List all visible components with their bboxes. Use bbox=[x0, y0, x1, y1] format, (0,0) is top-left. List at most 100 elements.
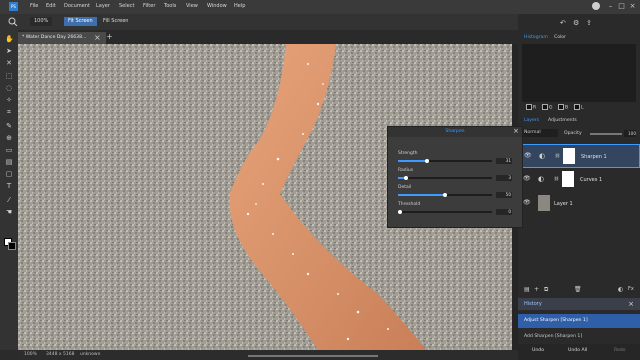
menu-bar: PS File Edit Document Layer Select Filte… bbox=[0, 0, 640, 14]
share-icon[interactable]: ⇪ bbox=[586, 19, 592, 27]
close-window-button[interactable]: × bbox=[628, 2, 637, 11]
menu-layer[interactable]: Layer bbox=[96, 3, 110, 9]
tab-layers[interactable]: Layers bbox=[524, 118, 539, 123]
slider-knob[interactable] bbox=[425, 159, 430, 163]
layer-image-thumbnail bbox=[538, 195, 550, 211]
channel-g-checkbox[interactable]: G bbox=[542, 104, 553, 111]
new-tab-icon[interactable]: + bbox=[106, 32, 113, 41]
menu-edit[interactable]: Edit bbox=[46, 3, 56, 9]
history-item-add-sharpen[interactable]: Add Sharpen [Sharpen 1] bbox=[518, 330, 640, 344]
channel-l-checkbox[interactable]: L bbox=[574, 104, 584, 111]
new-layer-icon[interactable]: ▤ bbox=[524, 286, 530, 293]
eraser-icon[interactable]: ▭ bbox=[5, 146, 13, 154]
layer-row-layer1[interactable]: 👁 Layer 1 bbox=[518, 192, 640, 216]
visibility-eye-icon[interactable]: 👁 bbox=[524, 152, 532, 159]
account-icon[interactable] bbox=[592, 2, 600, 10]
slider-knob[interactable] bbox=[403, 176, 408, 180]
slider-knob[interactable] bbox=[443, 193, 447, 197]
history-close-icon[interactable]: × bbox=[628, 298, 634, 310]
channel-b-checkbox[interactable]: B bbox=[558, 104, 568, 111]
strength-slider-fill bbox=[398, 159, 430, 163]
settings-gear-icon[interactable]: ⚙ bbox=[573, 19, 579, 27]
histogram-display bbox=[522, 44, 636, 102]
crop-icon[interactable]: ⌗ bbox=[5, 108, 13, 116]
background-color-swatch[interactable] bbox=[8, 242, 16, 250]
status-zoom: 100% bbox=[24, 352, 37, 357]
history-panel-title: History × bbox=[518, 298, 640, 310]
strength-slider[interactable] bbox=[398, 159, 492, 163]
horizontal-scrollbar[interactable] bbox=[248, 355, 378, 357]
menu-filter[interactable]: Filter bbox=[143, 3, 155, 9]
menu-help[interactable]: Help bbox=[234, 3, 245, 9]
status-bar: 100% 3448 x 5168 unknown bbox=[18, 350, 518, 360]
menu-file[interactable]: File bbox=[30, 3, 38, 9]
dialog-close-icon[interactable]: × bbox=[513, 127, 519, 135]
threshold-value[interactable]: 0 bbox=[496, 209, 512, 215]
strength-value[interactable]: 31 bbox=[496, 158, 512, 164]
document-tab-bar: * Water Dance Day 26638... × + bbox=[18, 30, 518, 44]
layer-row-curves[interactable]: 👁 ◐ ⛓ Curves 1 bbox=[518, 168, 640, 192]
duplicate-layer-icon[interactable]: ⧉ bbox=[544, 286, 548, 294]
visibility-eye-icon[interactable]: 👁 bbox=[523, 175, 531, 182]
zoom-icon bbox=[8, 17, 18, 27]
selection-arrow-icon[interactable]: ➤ bbox=[5, 47, 13, 55]
radius-slider[interactable] bbox=[398, 176, 492, 180]
menu-view[interactable]: View bbox=[186, 3, 198, 9]
redo-button[interactable]: Redo bbox=[614, 348, 626, 353]
fill-screen-button[interactable]: Fill Screen bbox=[99, 17, 132, 26]
document-tab[interactable]: * Water Dance Day 26638... bbox=[18, 32, 106, 44]
shape-icon[interactable]: ▢ bbox=[5, 170, 13, 178]
layer-row-sharpen[interactable]: 👁 ◐ ⛓ Sharpen 1 bbox=[518, 144, 640, 168]
adjustment-icon[interactable]: ◐ bbox=[618, 286, 623, 293]
undo-button[interactable]: Undo bbox=[532, 348, 544, 353]
zoom-level-button[interactable]: 100% bbox=[30, 17, 53, 26]
marquee-icon[interactable]: ⬚ bbox=[5, 72, 13, 80]
minimize-button[interactable]: – bbox=[606, 2, 615, 11]
menu-select[interactable]: Select bbox=[119, 3, 134, 9]
channel-r-checkbox[interactable]: R bbox=[526, 104, 536, 111]
slider-knob[interactable] bbox=[397, 210, 402, 214]
threshold-label: Threshold bbox=[398, 202, 421, 207]
blend-mode-select[interactable]: Normal bbox=[522, 129, 558, 137]
tab-histogram[interactable]: Histogram bbox=[524, 35, 548, 40]
lasso-icon[interactable]: ◌ bbox=[5, 84, 13, 92]
delete-layer-icon[interactable]: 🗑 bbox=[574, 286, 582, 293]
sharpen-dialog: Sharpen × Strength 31 Radius 3 Detail 50… bbox=[387, 126, 523, 228]
gradient-icon[interactable]: ▤ bbox=[5, 158, 13, 166]
stamp-icon[interactable]: ⊕ bbox=[5, 134, 13, 142]
add-layer-icon[interactable]: + bbox=[534, 286, 539, 293]
menu-tools[interactable]: Tools bbox=[164, 3, 176, 9]
history-item-adjust-sharpen[interactable]: Adjust Sharpen [Sharpen 1] bbox=[518, 314, 640, 328]
magic-wand-icon[interactable]: ✧ bbox=[5, 96, 13, 104]
threshold-slider[interactable] bbox=[397, 210, 492, 214]
tab-adjustments[interactable]: Adjustments bbox=[548, 118, 577, 123]
visibility-eye-icon[interactable]: 👁 bbox=[523, 199, 531, 206]
fit-screen-button[interactable]: Fit Screen bbox=[64, 17, 97, 26]
undo-all-button[interactable]: Undo All bbox=[568, 348, 587, 353]
history-item-label: Adjust Sharpen [Sharpen 1] bbox=[524, 318, 588, 323]
detail-slider[interactable] bbox=[398, 193, 492, 197]
status-dimensions: 3448 x 5168 bbox=[46, 352, 75, 357]
menu-window[interactable]: Window bbox=[207, 3, 227, 9]
eyedropper-icon[interactable]: ⁄ bbox=[5, 196, 13, 204]
opacity-slider[interactable] bbox=[590, 133, 622, 135]
opacity-value[interactable]: 100 bbox=[624, 130, 636, 137]
maximize-button[interactable]: □ bbox=[617, 2, 626, 11]
menu-document[interactable]: Document bbox=[64, 3, 90, 9]
detail-value[interactable]: 50 bbox=[496, 192, 512, 198]
radius-slider-fill bbox=[398, 176, 408, 180]
undo-arrow-icon[interactable]: ↶ bbox=[560, 19, 566, 27]
hand-icon[interactable]: ☚ bbox=[5, 208, 13, 216]
effects-icon[interactable]: Fx bbox=[628, 286, 634, 292]
transform-icon[interactable]: ✕ bbox=[5, 59, 13, 67]
brush-icon[interactable]: ✎ bbox=[5, 122, 13, 130]
text-icon[interactable]: T bbox=[5, 182, 13, 190]
undo-bar: Undo Undo All Redo bbox=[518, 344, 640, 360]
detail-label: Detail bbox=[398, 185, 412, 190]
tools-panel: ✋ ➤ ✕ ⬚ ◌ ✧ ⌗ ✎ ⊕ ▭ ▤ ▢ T ⁄ ☚ bbox=[0, 30, 18, 350]
close-tab-icon[interactable]: × bbox=[94, 33, 101, 42]
radius-value[interactable]: 3 bbox=[496, 175, 512, 181]
tab-color[interactable]: Color bbox=[554, 35, 566, 40]
move-tool-icon[interactable]: ✋ bbox=[5, 35, 14, 43]
threshold-slider-fill bbox=[397, 210, 402, 214]
